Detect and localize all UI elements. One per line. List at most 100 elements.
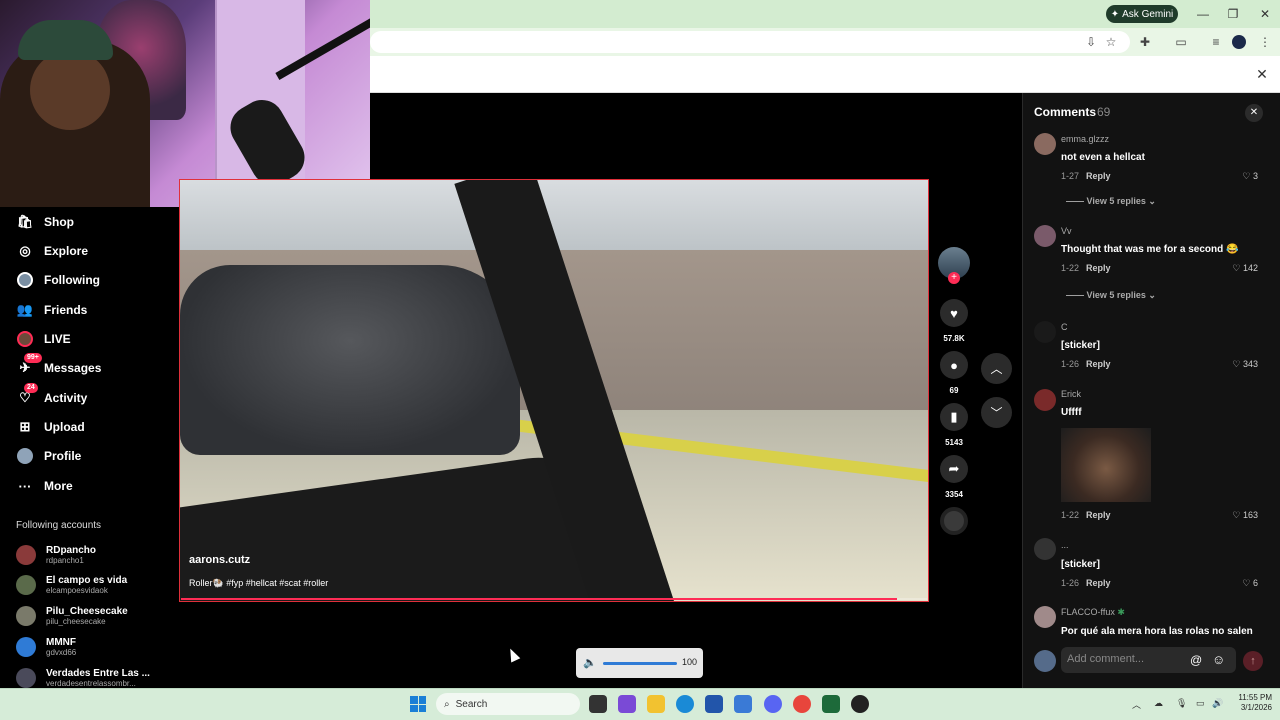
network-icon[interactable]: ▭	[1196, 698, 1205, 709]
reply-button[interactable]: Reply	[1086, 263, 1111, 273]
comment-user[interactable]: Erick	[1061, 389, 1081, 399]
minimize-icon[interactable]: —	[1193, 6, 1213, 22]
view-replies-button[interactable]: —— View 5 replies ⌄	[1066, 196, 1156, 207]
tray-chevron-icon[interactable]: ︿	[1132, 698, 1141, 711]
comment-avatar[interactable]	[1034, 538, 1056, 560]
cloud-icon[interactable]: ☁	[1154, 698, 1163, 709]
comment-avatar[interactable]	[1034, 606, 1056, 628]
friends-icon: 👥	[16, 302, 34, 317]
sidebar-item-shop[interactable]: 🛍 Shop	[16, 211, 74, 233]
comment-user[interactable]: ...	[1061, 540, 1069, 550]
sidebar-item-label: Friends	[44, 303, 88, 317]
upload-icon: ⊞	[19, 419, 31, 434]
comment-user[interactable]: C	[1061, 322, 1068, 332]
copilot-icon[interactable]	[618, 695, 636, 713]
address-bar[interactable]	[370, 31, 1130, 53]
comment-like[interactable]: ♡ 3	[1222, 171, 1258, 182]
comment-like[interactable]: ♡ 343	[1222, 359, 1258, 370]
messages-badge: 99+	[24, 353, 42, 363]
comment-avatar[interactable]	[1034, 225, 1056, 247]
volume-slider[interactable]	[603, 662, 677, 665]
taskbar-search[interactable]: ⌕ Search	[436, 693, 580, 715]
bookmark-star-icon[interactable]: ☆	[1102, 33, 1120, 51]
cast-icon[interactable]: ▭	[1172, 33, 1190, 51]
gemini-sparkle-icon: ✦	[1110, 8, 1120, 20]
outlook-icon[interactable]	[734, 695, 752, 713]
video-player[interactable]	[179, 179, 929, 602]
sidebar-item-profile[interactable]: Profile	[16, 445, 81, 467]
comment-user[interactable]: Vv	[1061, 226, 1072, 236]
video-car	[180, 265, 520, 455]
comment-like[interactable]: ♡ 142	[1222, 263, 1258, 274]
close-comments-icon[interactable]: ✕	[1245, 104, 1263, 122]
clock[interactable]: 11:55 PM 3/1/2026	[1220, 693, 1272, 713]
sidebar-item-label: Upload	[44, 420, 85, 434]
excel-icon[interactable]	[822, 695, 840, 713]
reply-button[interactable]: Reply	[1086, 359, 1111, 369]
infobar-close-icon[interactable]: ✕	[1254, 66, 1270, 82]
store-icon[interactable]	[705, 695, 723, 713]
reply-button[interactable]: Reply	[1086, 510, 1111, 520]
mic-tray-icon[interactable]: 🎙	[1176, 698, 1187, 709]
install-app-icon[interactable]: ⇩	[1082, 33, 1100, 51]
menu-kebab-icon[interactable]: ⋮	[1256, 33, 1274, 51]
shop-icon: 🛍	[16, 214, 34, 229]
sidebar-item-more[interactable]: ··· More	[16, 475, 73, 497]
next-video-button[interactable]: ﹀	[981, 397, 1012, 428]
sidebar-item-following[interactable]: Following	[16, 269, 100, 291]
following-account[interactable]: RDpancho rdpancho1	[16, 541, 96, 569]
comment-avatar[interactable]	[1034, 133, 1056, 155]
following-account[interactable]: MMNF gdvxd66	[16, 633, 76, 661]
profile-avatar-icon[interactable]	[1232, 35, 1246, 49]
sidebar-item-friends[interactable]: 👥 Friends	[16, 299, 87, 321]
obs-icon[interactable]	[851, 695, 869, 713]
restore-icon[interactable]: ❐	[1223, 6, 1243, 22]
mention-icon[interactable]: @	[1190, 653, 1202, 667]
sidebar-item-messages[interactable]: ✈ 99+ Messages	[16, 353, 101, 379]
volume-value: 100	[682, 657, 698, 667]
share-count: 3354	[945, 490, 963, 499]
window-close-icon[interactable]: ✕	[1255, 6, 1275, 22]
previous-video-button[interactable]: ︿	[981, 353, 1012, 384]
sidebar-item-upload[interactable]: ⊞ Upload	[16, 416, 85, 438]
save-button[interactable]: ▮	[940, 403, 968, 431]
add-comment-input[interactable]: Add comment...	[1061, 647, 1236, 673]
sidebar-item-activity[interactable]: ♡ 24 Activity	[16, 383, 87, 409]
reply-button[interactable]: Reply	[1086, 171, 1111, 181]
windows-start-icon[interactable]	[410, 696, 426, 712]
comment-avatar[interactable]	[1034, 321, 1056, 343]
chrome-icon[interactable]	[793, 695, 811, 713]
sidebar-item-live[interactable]: LIVE	[16, 328, 71, 350]
music-disc-icon[interactable]	[940, 507, 968, 535]
following-account[interactable]: Pilu_Cheesecake pilu_cheesecake	[16, 602, 128, 630]
sidebar-item-label: Shop	[44, 215, 74, 229]
extensions-icon[interactable]: ✚	[1136, 33, 1154, 51]
follow-plus-icon[interactable]: +	[948, 272, 960, 284]
send-icon[interactable]: ↑	[1243, 651, 1263, 671]
ask-gemini-button[interactable]: ✦ Ask Gemini	[1106, 5, 1178, 23]
edge-icon[interactable]	[676, 695, 694, 713]
comment-avatar[interactable]	[1034, 389, 1056, 411]
share-button[interactable]: ➦	[940, 455, 968, 483]
my-avatar	[1034, 650, 1056, 672]
comment-user[interactable]: FLACCO-ffux ✱	[1061, 607, 1125, 618]
view-replies-button[interactable]: —— View 5 replies ⌄	[1066, 290, 1156, 301]
comment-button[interactable]: ●	[940, 351, 968, 379]
video-progress-fill	[181, 598, 897, 600]
discord-icon[interactable]	[764, 695, 782, 713]
task-view-icon[interactable]	[589, 695, 607, 713]
emoji-icon[interactable]: ☺	[1212, 652, 1225, 667]
reading-list-icon[interactable]: ≡	[1207, 33, 1225, 51]
reply-button[interactable]: Reply	[1086, 578, 1111, 588]
video-username[interactable]: aarons.cutz	[189, 554, 250, 566]
comment-like[interactable]: ♡ 163	[1222, 510, 1258, 521]
comment-sticker-image[interactable]	[1061, 428, 1151, 502]
comments-count: 69	[1097, 105, 1111, 119]
comment-like[interactable]: ♡ 6	[1222, 578, 1258, 589]
comment-user[interactable]: emma.glzzz	[1061, 134, 1109, 144]
like-button[interactable]: ♥	[940, 299, 968, 327]
speaker-icon[interactable]: 🔈	[583, 656, 597, 669]
sidebar-item-explore[interactable]: ◎ Explore	[16, 240, 88, 262]
following-account[interactable]: El campo es vida elcampoesvidaok	[16, 571, 127, 599]
file-explorer-icon[interactable]	[647, 695, 665, 713]
